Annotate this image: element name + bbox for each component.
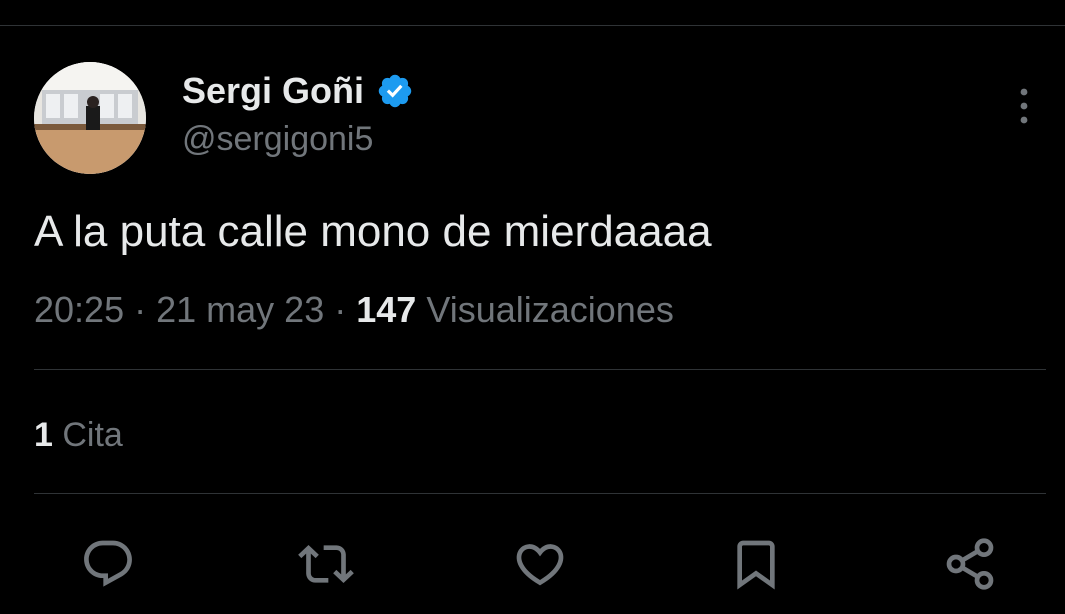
retweet-button[interactable] bbox=[296, 534, 356, 594]
reply-button[interactable] bbox=[78, 534, 138, 594]
views-label: Visualizaciones bbox=[426, 289, 674, 330]
quotes-count[interactable]: 1 bbox=[34, 416, 53, 454]
verified-badge-icon[interactable] bbox=[376, 72, 414, 110]
retweet-icon bbox=[298, 545, 354, 583]
share-icon bbox=[946, 538, 994, 590]
meta-separator: · bbox=[334, 289, 347, 330]
meta-separator: · bbox=[134, 289, 147, 330]
divider bbox=[34, 369, 1046, 370]
tweet-text: A la puta calle mono de mierdaaaa bbox=[34, 207, 712, 256]
bookmark-button[interactable] bbox=[726, 534, 786, 594]
tweet-meta: 20:25 · 21 may 23 · 147 Visualizaciones bbox=[34, 288, 674, 332]
bookmark-icon bbox=[737, 540, 775, 590]
views-count: 147 bbox=[356, 289, 417, 330]
divider bbox=[34, 493, 1046, 494]
avatar[interactable] bbox=[34, 62, 146, 174]
tweet-date[interactable]: 21 may 23 bbox=[156, 289, 324, 330]
quotes-link[interactable]: 1 Cita bbox=[34, 414, 123, 456]
author-display-name[interactable]: Sergi Goñi bbox=[182, 70, 364, 112]
top-divider bbox=[0, 25, 1065, 26]
quotes-label[interactable]: Cita bbox=[62, 416, 122, 454]
author-name-row[interactable]: Sergi Goñi bbox=[182, 70, 414, 112]
author-handle[interactable]: @sergigoni5 bbox=[182, 118, 373, 160]
like-button[interactable] bbox=[510, 534, 570, 594]
reply-icon bbox=[84, 540, 132, 587]
tweet-time[interactable]: 20:25 bbox=[34, 289, 124, 330]
share-button[interactable] bbox=[940, 534, 1000, 594]
more-options-button[interactable] bbox=[1004, 86, 1044, 126]
more-vertical-icon bbox=[1020, 88, 1028, 124]
like-icon bbox=[516, 544, 564, 586]
